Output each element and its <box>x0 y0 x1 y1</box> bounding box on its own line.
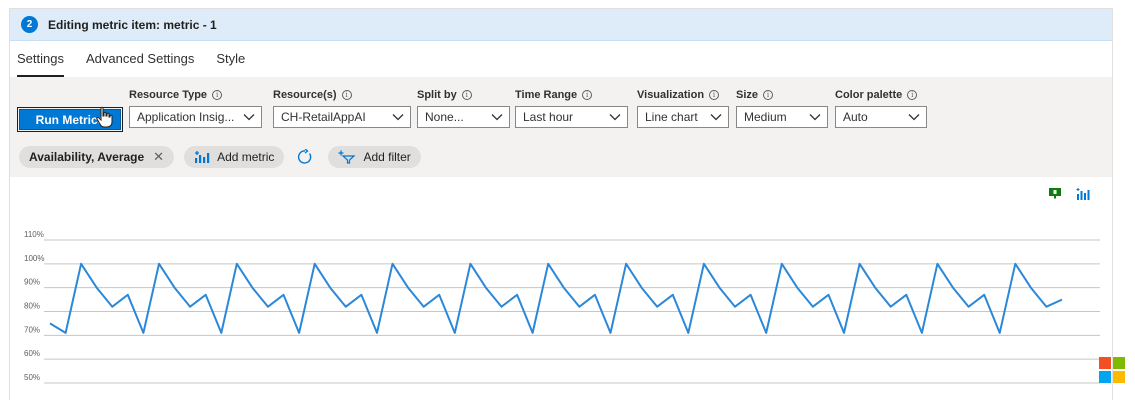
color-palette-select[interactable]: Auto <box>835 106 927 128</box>
info-icon[interactable]: i <box>461 90 472 100</box>
chevron-down-icon <box>710 114 722 121</box>
info-icon[interactable]: i <box>907 90 918 100</box>
refresh-icon <box>298 149 312 164</box>
y-tick-label: 80% <box>24 302 40 311</box>
split-by-label: Split by <box>417 89 457 101</box>
settings-tabs: Settings Advanced Settings Style <box>17 51 267 77</box>
field-size: Size i Medium <box>736 89 828 128</box>
add-filter-icon <box>338 150 357 164</box>
refresh-button[interactable] <box>294 146 316 168</box>
series-line-availability <box>49 262 1063 334</box>
metric-editor-panel: 2 Editing metric item: metric - 1 Settin… <box>9 8 1113 401</box>
field-color-palette: Color palette i Auto <box>835 89 927 128</box>
chevron-down-icon <box>609 114 621 121</box>
time-range-label: Time Range <box>515 89 578 101</box>
resources-select[interactable]: CH-RetailAppAI <box>273 106 411 128</box>
info-icon[interactable]: i <box>341 90 352 100</box>
metric-chip-label: Availability, Average <box>29 150 145 164</box>
info-icon[interactable]: i <box>763 90 774 100</box>
resource-type-value: Application Insig... <box>137 110 235 124</box>
editor-title: Editing metric item: metric - 1 <box>48 17 217 32</box>
visualization-value: Line chart <box>645 110 698 124</box>
chevron-down-icon <box>491 114 503 121</box>
metric-chip[interactable]: Availability, Average ✕ <box>19 146 175 168</box>
size-label: Size <box>736 89 759 101</box>
field-time-range: Time Range i Last hour <box>515 89 628 128</box>
y-tick-label: 50% <box>24 373 40 382</box>
metric-chip-row: Availability, Average ✕ Add metric Add f… <box>19 145 431 169</box>
add-metric-button[interactable]: Add metric <box>184 146 285 168</box>
size-value: Medium <box>744 110 787 124</box>
hand-cursor-icon <box>96 106 113 128</box>
tab-style[interactable]: Style <box>216 51 245 77</box>
size-select[interactable]: Medium <box>736 106 828 128</box>
color-palette-label: Color palette <box>835 89 903 101</box>
field-resource-type: Resource Type i Application Insig... <box>129 89 262 128</box>
split-by-select[interactable]: None... <box>417 106 510 128</box>
visualization-select[interactable]: Line chart <box>637 106 729 128</box>
y-tick-label: 70% <box>24 325 40 334</box>
editor-header: 2 Editing metric item: metric - 1 <box>10 9 1112 41</box>
resources-label: Resource(s) <box>273 89 337 101</box>
add-filter-button[interactable]: Add filter <box>328 146 421 168</box>
info-icon[interactable]: i <box>212 90 223 100</box>
close-icon[interactable]: ✕ <box>153 149 164 165</box>
resource-type-label: Resource Type <box>129 89 208 101</box>
resource-type-select[interactable]: Application Insig... <box>129 106 262 128</box>
availability-line-chart: 110% 100% 90% 80% 70% 60% 50% <box>24 230 1100 384</box>
y-tick-label: 110% <box>24 230 44 239</box>
chart-area: 110% 100% 90% 80% 70% 60% 50% <box>10 177 1112 401</box>
step-badge: 2 <box>21 16 38 33</box>
chevron-down-icon <box>809 114 821 121</box>
chevron-down-icon <box>392 114 404 121</box>
field-resources: Resource(s) i CH-RetailAppAI <box>273 89 411 128</box>
add-metric-label: Add metric <box>217 150 275 164</box>
tab-advanced-settings[interactable]: Advanced Settings <box>86 51 194 77</box>
time-range-select[interactable]: Last hour <box>515 106 628 128</box>
y-tick-label: 100% <box>24 254 44 263</box>
chevron-down-icon <box>243 114 255 121</box>
y-tick-label: 90% <box>24 278 40 287</box>
add-metric-icon <box>195 151 210 163</box>
add-filter-label: Add filter <box>363 150 411 164</box>
visualization-label: Visualization <box>637 89 705 101</box>
info-icon[interactable]: i <box>582 90 593 100</box>
chevron-down-icon <box>908 114 920 121</box>
color-palette-value: Auto <box>843 110 868 124</box>
y-tick-label: 60% <box>24 349 40 358</box>
resources-value: CH-RetailAppAI <box>281 110 366 124</box>
split-by-value: None... <box>425 110 464 124</box>
info-icon[interactable]: i <box>709 90 720 100</box>
tab-settings[interactable]: Settings <box>17 51 64 77</box>
time-range-value: Last hour <box>523 110 574 124</box>
field-visualization: Visualization i Line chart <box>637 89 729 128</box>
microsoft-logo-icon <box>1099 357 1125 383</box>
field-split-by: Split by i None... <box>417 89 510 128</box>
